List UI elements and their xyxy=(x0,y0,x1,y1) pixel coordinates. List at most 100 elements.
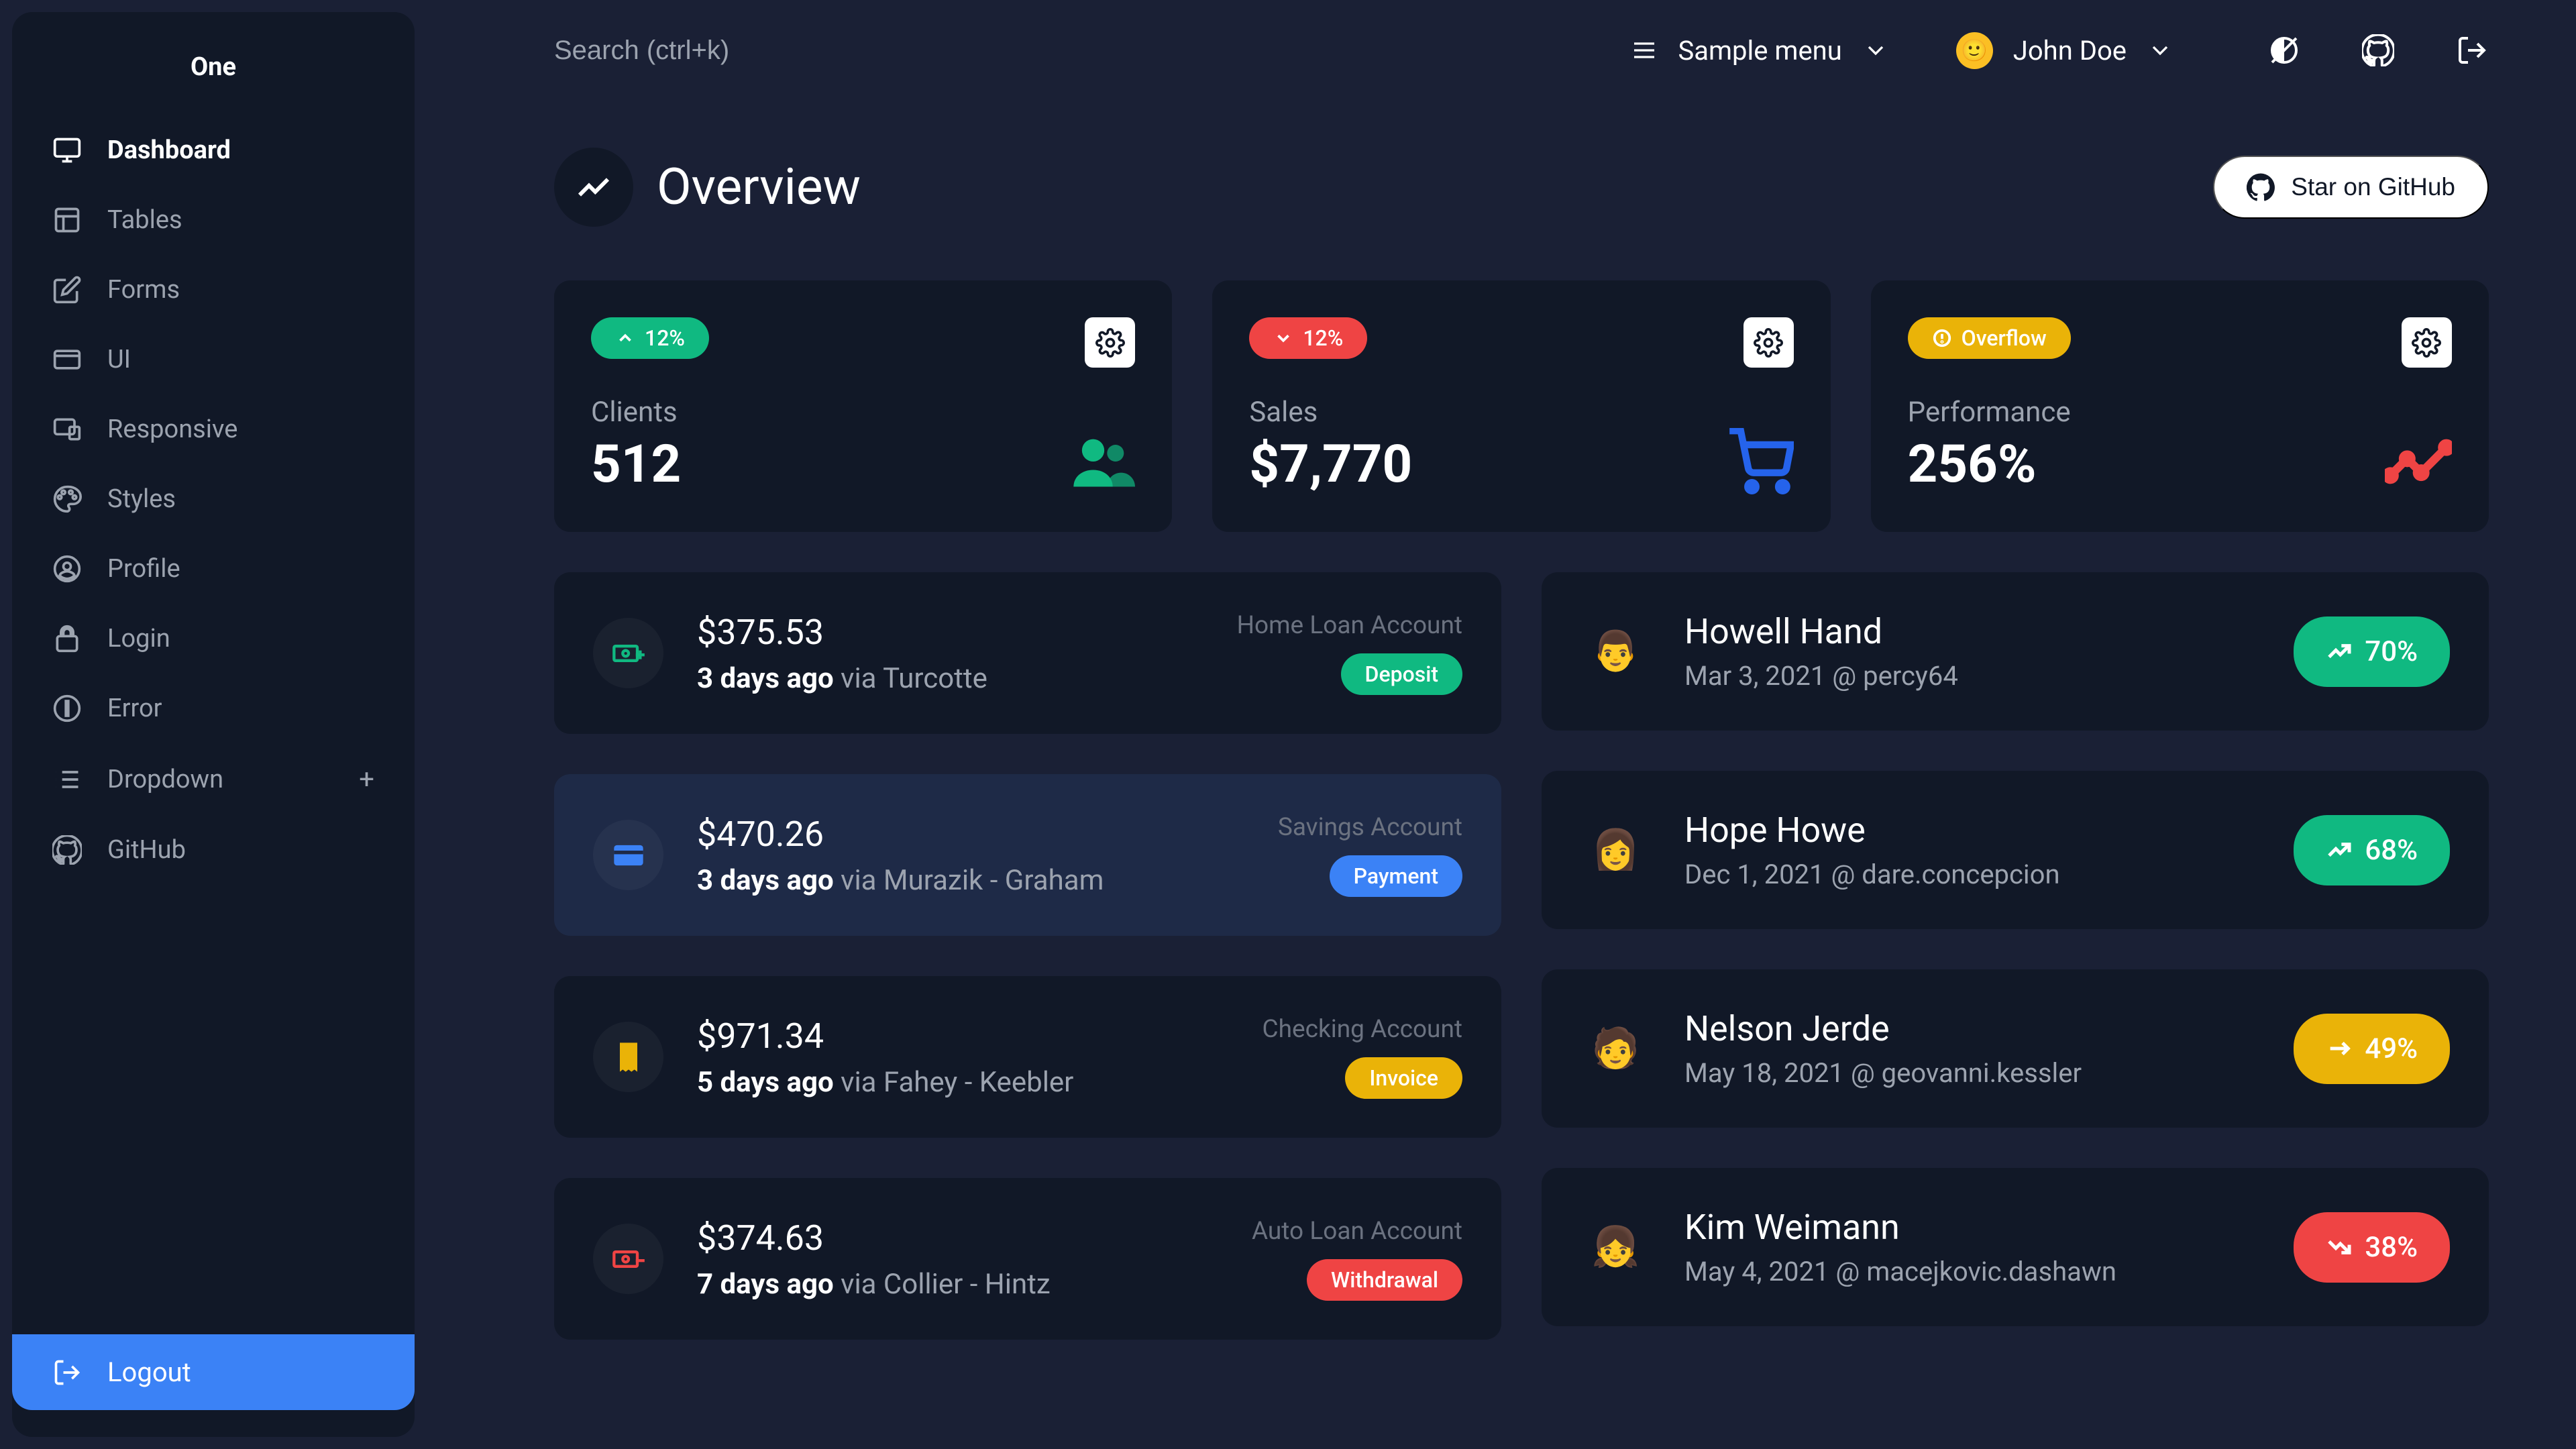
stat-badge: 12% xyxy=(591,317,709,359)
star-github-button[interactable]: Star on GitHub xyxy=(2213,156,2489,219)
transaction-card[interactable]: $470.26 3 days ago via Murazik - Graham … xyxy=(554,774,1501,936)
page-title: Overview xyxy=(657,158,861,217)
transaction-amount: $470.26 xyxy=(697,814,1244,855)
transaction-card[interactable]: $971.34 5 days ago via Fahey - Keebler C… xyxy=(554,976,1501,1138)
stat-card-sales: 12% Sales $7,770 xyxy=(1212,280,1830,532)
transaction-amount: $374.63 xyxy=(697,1218,1218,1258)
sidebar-item-error[interactable]: Error xyxy=(12,674,415,743)
github-link[interactable] xyxy=(2361,34,2395,67)
transaction-body: $470.26 3 days ago via Murazik - Graham xyxy=(697,814,1244,897)
sidebar-item-label: Error xyxy=(107,694,162,723)
stat-value: $7,770 xyxy=(1249,434,1793,495)
stat-value: 512 xyxy=(591,434,1135,495)
cart-icon xyxy=(1727,428,1794,495)
sidebar-item-dashboard[interactable]: Dashboard xyxy=(12,115,415,185)
sidebar-item-forms[interactable]: Forms xyxy=(12,255,415,325)
client-body: Kim Weimann May 4, 2021 @ macejkovic.das… xyxy=(1684,1207,2260,1287)
transactions-column: $375.53 3 days ago via Turcotte Home Loa… xyxy=(554,572,1501,1340)
client-subtitle: Mar 3, 2021 @ percy64 xyxy=(1684,660,2260,692)
client-subtitle: May 18, 2021 @ geovanni.kessler xyxy=(1684,1057,2260,1089)
sidebar-nav: Dashboard Tables Forms UI Responsive Sty… xyxy=(12,115,415,1334)
sample-menu-label: Sample menu xyxy=(1678,35,1841,66)
users-icon xyxy=(1068,428,1135,495)
logout-button[interactable]: Logout xyxy=(12,1334,415,1410)
client-subtitle: Dec 1, 2021 @ dare.concepcion xyxy=(1684,859,2260,890)
sidebar-item-label: Dropdown xyxy=(107,765,223,794)
user-name: John Doe xyxy=(2013,35,2127,66)
stat-label: Performance xyxy=(1908,396,2452,429)
transaction-card[interactable]: $374.63 7 days ago via Collier - Hintz A… xyxy=(554,1178,1501,1340)
client-percent-badge: 38% xyxy=(2294,1212,2450,1283)
lock-icon xyxy=(52,624,82,653)
client-card[interactable]: 👨 Howell Hand Mar 3, 2021 @ percy64 70% xyxy=(1542,572,2489,731)
list-icon xyxy=(52,765,82,794)
transaction-body: $971.34 5 days ago via Fahey - Keebler xyxy=(697,1016,1229,1099)
transaction-tag: Withdrawal xyxy=(1307,1259,1462,1301)
client-name: Hope Howe xyxy=(1684,810,2260,851)
sidebar-item-profile[interactable]: Profile xyxy=(12,534,415,604)
sidebar-item-styles[interactable]: Styles xyxy=(12,464,415,534)
transaction-account: Auto Loan Account xyxy=(1252,1217,1462,1246)
edit-icon xyxy=(52,275,82,305)
credit-card-icon xyxy=(593,820,663,890)
client-card[interactable]: 👩 Hope Howe Dec 1, 2021 @ dare.concepcio… xyxy=(1542,771,2489,929)
client-name: Nelson Jerde xyxy=(1684,1008,2260,1049)
stat-settings-button[interactable] xyxy=(1743,317,1794,368)
transaction-subtitle: 7 days ago via Collier - Hintz xyxy=(697,1268,1218,1301)
sidebar-item-login[interactable]: Login xyxy=(12,604,415,674)
client-body: Hope Howe Dec 1, 2021 @ dare.concepcion xyxy=(1684,810,2260,890)
monitor-icon xyxy=(52,136,82,165)
sidebar-item-label: GitHub xyxy=(107,835,186,865)
transaction-card[interactable]: $375.53 3 days ago via Turcotte Home Loa… xyxy=(554,572,1501,734)
sidebar-item-dropdown[interactable]: Dropdown+ xyxy=(12,743,415,815)
sidebar-item-tables[interactable]: Tables xyxy=(12,185,415,255)
transaction-tag: Payment xyxy=(1330,855,1462,897)
logout-icon xyxy=(52,1358,82,1387)
theme-toggle-button[interactable] xyxy=(2267,34,2301,67)
stat-badge: 12% xyxy=(1249,317,1367,359)
transaction-right: Home Loan Account Deposit xyxy=(1237,611,1462,695)
transaction-subtitle: 3 days ago via Turcotte xyxy=(697,662,1203,695)
user-dropdown[interactable]: 🙂 John Doe xyxy=(1956,32,2174,69)
client-body: Nelson Jerde May 18, 2021 @ geovanni.kes… xyxy=(1684,1008,2260,1089)
external-logout-button[interactable] xyxy=(2455,34,2489,67)
cash-minus-icon xyxy=(593,1224,663,1294)
stat-settings-button[interactable] xyxy=(2402,317,2452,368)
sidebar-item-github[interactable]: GitHub xyxy=(12,815,415,885)
transaction-right: Savings Account Payment xyxy=(1278,813,1462,897)
tv-icon xyxy=(52,345,82,374)
stat-settings-button[interactable] xyxy=(1085,317,1135,368)
sidebar-item-responsive[interactable]: Responsive xyxy=(12,394,415,464)
topbar: Sample menu 🙂 John Doe xyxy=(554,20,2489,80)
logout-label: Logout xyxy=(107,1356,191,1388)
transaction-tag: Deposit xyxy=(1341,653,1462,695)
transaction-subtitle: 5 days ago via Fahey - Keebler xyxy=(697,1066,1229,1099)
client-card[interactable]: 👧 Kim Weimann May 4, 2021 @ macejkovic.d… xyxy=(1542,1168,2489,1326)
sidebar-item-label: Styles xyxy=(107,484,176,514)
client-percent-badge: 70% xyxy=(2294,616,2450,687)
transaction-account: Home Loan Account xyxy=(1237,611,1462,640)
client-name: Kim Weimann xyxy=(1684,1207,2260,1248)
transaction-right: Auto Loan Account Withdrawal xyxy=(1252,1217,1462,1301)
stat-label: Sales xyxy=(1249,396,1793,429)
transaction-account: Savings Account xyxy=(1278,813,1462,842)
brand-label: One xyxy=(12,39,415,115)
trend-icon xyxy=(2385,428,2452,495)
transaction-right: Checking Account Invoice xyxy=(1263,1015,1463,1099)
page-header: Overview Star on GitHub xyxy=(554,148,2489,227)
sidebar-item-label: Dashboard xyxy=(107,136,231,165)
client-avatar: 👩 xyxy=(1580,815,1651,885)
search-input[interactable] xyxy=(554,36,1591,66)
client-card[interactable]: 🧑 Nelson Jerde May 18, 2021 @ geovanni.k… xyxy=(1542,969,2489,1128)
topbar-icons xyxy=(2267,34,2489,67)
stat-badge: Overflow xyxy=(1908,317,2071,359)
chevron-down-icon xyxy=(2147,37,2174,64)
client-name: Howell Hand xyxy=(1684,611,2260,652)
sidebar-item-ui[interactable]: UI xyxy=(12,325,415,394)
client-body: Howell Hand Mar 3, 2021 @ percy64 xyxy=(1684,611,2260,692)
clients-column: 👨 Howell Hand Mar 3, 2021 @ percy64 70% … xyxy=(1542,572,2489,1340)
sample-menu-dropdown[interactable]: Sample menu xyxy=(1631,35,1888,66)
transaction-body: $374.63 7 days ago via Collier - Hintz xyxy=(697,1218,1218,1301)
github-icon xyxy=(52,835,82,865)
sidebar-item-label: Login xyxy=(107,624,170,653)
